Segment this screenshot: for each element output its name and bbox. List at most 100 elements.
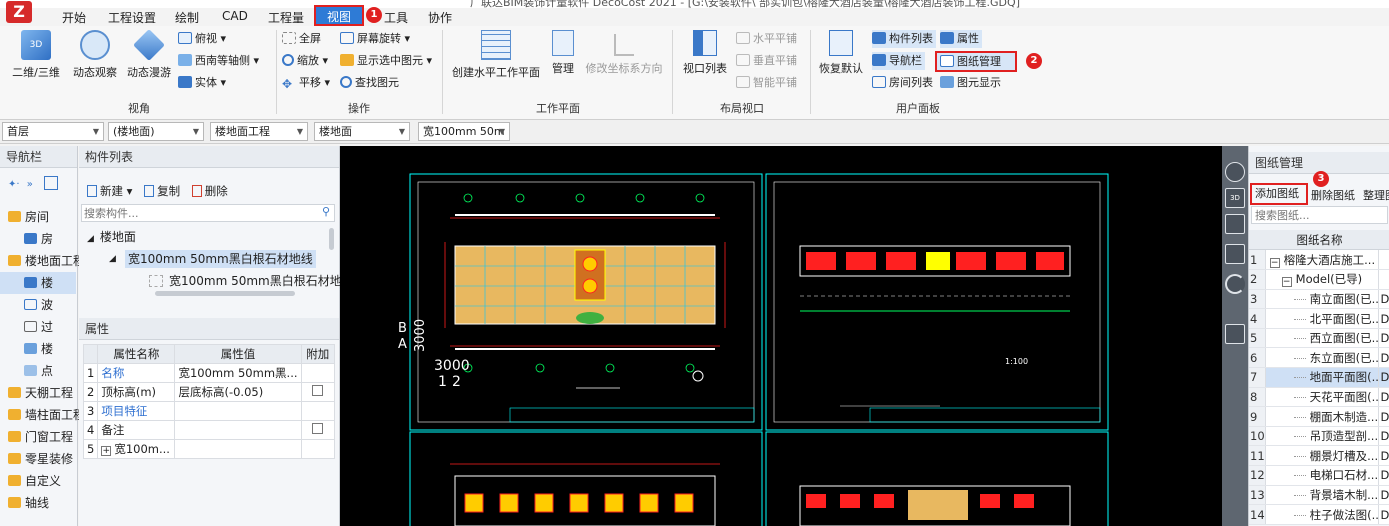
drawing-name-cell[interactable]: 背景墙木制...: [1265, 485, 1378, 506]
restore-default-button[interactable]: 恢复默认: [816, 30, 866, 76]
collapse-toggle-icon[interactable]: −: [1269, 257, 1280, 268]
v-tile-button[interactable]: 垂直平铺: [736, 52, 797, 70]
new-button[interactable]: 新建 ▾: [87, 184, 132, 198]
drawing-row[interactable]: 3 南立面图(已... D: [1249, 289, 1389, 310]
navigator-toggle[interactable]: 导航栏: [872, 52, 925, 70]
cad-canvas[interactable]: B A 3000 3000 1 2 1:100: [340, 146, 1222, 526]
smart-tile-button[interactable]: 智能平铺: [736, 74, 797, 92]
nav-item-transition[interactable]: 过: [0, 316, 76, 338]
property-name-expandable[interactable]: + 宽100m...: [97, 439, 176, 459]
fullscreen-button[interactable]: 全屏: [282, 30, 321, 48]
drawing-row[interactable]: 14 柱子做法图(... D: [1249, 504, 1389, 525]
drawing-name-cell[interactable]: 吊顶造型剖...: [1265, 426, 1378, 447]
delete-drawing-button[interactable]: 删除图纸: [1311, 187, 1355, 203]
nav-item-custom[interactable]: 自定义: [0, 470, 76, 492]
drawing-row[interactable]: 7 地面平面图(... D: [1249, 367, 1389, 388]
table-row[interactable]: 2 顶标高(m) 层底标高(-0.05): [82, 382, 335, 402]
cad-drawing[interactable]: B A 3000 3000 1 2 1:100: [340, 146, 1222, 526]
nav-item-room[interactable]: 房间: [0, 206, 76, 228]
tree-node-floor[interactable]: ◢ 楼地面: [87, 226, 136, 248]
nav-item-point[interactable]: 点: [0, 360, 76, 382]
find-element-button[interactable]: 查找图元: [340, 74, 399, 92]
table-row[interactable]: 5 + 宽100m...: [82, 439, 335, 459]
add-drawing-button[interactable]: 添加图纸: [1250, 183, 1308, 205]
show-selected-dropdown[interactable]: 显示选中图元 ▾: [340, 52, 432, 70]
drawing-row[interactable]: 6 东立面图(已... D: [1249, 347, 1389, 369]
drawing-search-input[interactable]: [1252, 207, 1382, 223]
collapse-arrows-icon[interactable]: »: [27, 179, 33, 190]
tree-node-component-selected[interactable]: ◢ 宽100mm 50mm黑白根石材地线: [109, 248, 329, 270]
floor-select[interactable]: 首层 ▼: [2, 122, 104, 141]
component-search-input[interactable]: [82, 205, 302, 221]
h-tile-button[interactable]: 水平平铺: [736, 30, 797, 48]
drawing-name-cell[interactable]: 柱子做法图(...: [1265, 504, 1378, 525]
component-list-toggle[interactable]: 构件列表: [872, 30, 936, 48]
drawing-row[interactable]: 12 电梯口石材... D: [1249, 465, 1389, 486]
screen-rotate-dropdown[interactable]: 屏幕旋转 ▾: [340, 30, 410, 48]
menu-cad[interactable]: CAD: [222, 9, 248, 23]
rotate-view-icon[interactable]: [1225, 274, 1245, 294]
project-select[interactable]: 楼地面工程 ▼: [210, 122, 308, 141]
property-toggle[interactable]: 属性: [940, 30, 982, 48]
menu-start[interactable]: 开始: [62, 9, 86, 26]
nav-item-wall-column[interactable]: 墙柱面工程: [0, 404, 85, 426]
horizontal-scrollbar[interactable]: [155, 291, 295, 296]
table-row[interactable]: 1 名称 宽100mm 50mm黑...: [82, 363, 335, 383]
view-3d-icon[interactable]: 3D: [1225, 188, 1245, 208]
type-select[interactable]: 楼地面 ▼: [314, 122, 410, 141]
drawing-row[interactable]: 8 天花平面图(... D: [1249, 387, 1389, 408]
btn-orbit[interactable]: 动态观察: [70, 30, 120, 80]
drawing-name-cell[interactable]: 北平面图(已...: [1265, 308, 1378, 329]
drawing-name-cell[interactable]: 电梯口石材...: [1265, 465, 1378, 486]
component-select[interactable]: 宽100mm 50m ▼: [418, 122, 510, 141]
drawing-name-cell[interactable]: 南立面图(已...: [1265, 289, 1378, 310]
drawing-name-cell[interactable]: − Model(已导): [1265, 269, 1378, 290]
drawing-row[interactable]: 5 西立面图(已... D: [1249, 328, 1389, 349]
drawing-row[interactable]: 9 棚面木制造... D: [1249, 406, 1389, 427]
collapse-toggle-icon[interactable]: −: [1281, 277, 1292, 288]
modify-coord-button[interactable]: 修改坐标系方向: [584, 30, 664, 76]
sw-axis-dropdown[interactable]: 西南等轴侧 ▾: [178, 52, 259, 70]
create-workplane-button[interactable]: 创建水平工作平面: [450, 30, 542, 80]
tree-node-component-child[interactable]: 宽100mm 50mm黑白根石材地: [149, 270, 342, 292]
drawing-name-cell[interactable]: 棚面木制造...: [1265, 406, 1378, 427]
drawing-name-cell[interactable]: 东立面图(已...: [1265, 347, 1378, 369]
nav-item-floor-works[interactable]: 楼地面工程: [0, 250, 85, 272]
nav-item-room-sub[interactable]: 房: [0, 228, 76, 250]
property-value[interactable]: [174, 420, 302, 440]
nav-item-stair[interactable]: 楼: [0, 338, 76, 360]
menu-tools[interactable]: 工具: [384, 9, 408, 26]
drawing-row[interactable]: 10 吊顶造型剖... D: [1249, 426, 1389, 447]
drawing-row[interactable]: 4 北平面图(已... D: [1249, 308, 1389, 329]
menu-draw[interactable]: 绘制: [175, 9, 199, 26]
menu-collab[interactable]: 协作: [428, 9, 452, 26]
drawing-management-toggle[interactable]: 图纸管理: [935, 51, 1017, 72]
organize-drawing-button[interactable]: 整理图: [1363, 187, 1389, 203]
checkbox[interactable]: [312, 385, 324, 396]
property-value[interactable]: 层底标高(-0.05): [174, 382, 302, 402]
menu-view[interactable]: 视图: [314, 5, 364, 26]
nav-item-wave[interactable]: 波: [0, 294, 76, 316]
drawing-name-cell[interactable]: 棚景灯槽及...: [1265, 445, 1378, 467]
expand-plus-icon[interactable]: +: [101, 446, 112, 456]
table-row[interactable]: 3 项目特征: [82, 401, 335, 421]
category-select[interactable]: (楼地面) ▼: [108, 122, 204, 141]
nav-item-floor-active[interactable]: 楼: [0, 272, 76, 294]
zoom-dropdown[interactable]: 缩放 ▾: [282, 52, 328, 70]
checkbox[interactable]: [312, 423, 324, 434]
component-search-box[interactable]: ⚲: [81, 204, 335, 222]
view-plane-icon[interactable]: [1225, 244, 1245, 264]
expand-icon[interactable]: ✦·: [8, 179, 20, 190]
viewport-list-button[interactable]: 视口列表: [680, 30, 730, 76]
drawing-name-cell[interactable]: 天花平面图(...: [1265, 387, 1378, 408]
drawing-row[interactable]: 13 背景墙木制... D: [1249, 485, 1389, 506]
nav-item-misc[interactable]: 零星装修: [0, 448, 76, 470]
table-row[interactable]: 4 备注: [82, 420, 335, 440]
drawing-search-box[interactable]: [1251, 206, 1388, 224]
btn-2d-3d[interactable]: 3D 二维/三维: [8, 30, 64, 80]
drawing-row[interactable]: 11 棚景灯槽及... D: [1249, 445, 1389, 467]
room-list-toggle[interactable]: 房间列表: [872, 74, 933, 92]
property-value[interactable]: 宽100mm 50mm黑...: [174, 363, 302, 383]
view-box-icon[interactable]: [1225, 214, 1245, 234]
nav-view-icon[interactable]: [44, 176, 59, 190]
